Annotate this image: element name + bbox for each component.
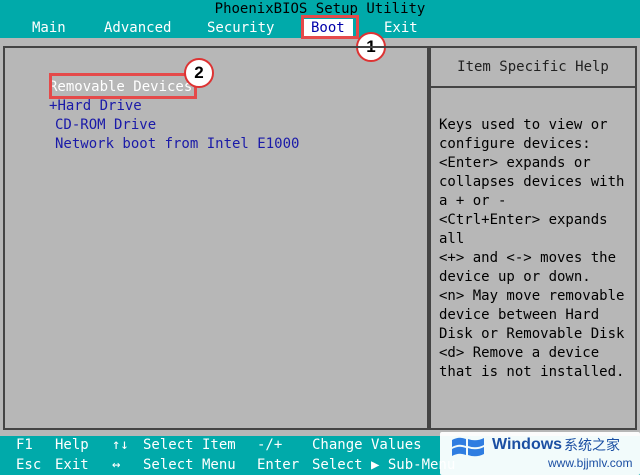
boot-item-label: Hard Drive	[57, 98, 142, 114]
boot-order-list: Removable Devices +Hard Drive CD-ROM Dri…	[5, 48, 427, 428]
watermark: Windows 系统之家 www.bjjmlv.com	[440, 432, 640, 475]
menu-exit[interactable]: Exit	[384, 19, 418, 38]
key-esc-desc: Exit	[55, 457, 89, 473]
menu-main[interactable]: Main	[32, 19, 66, 38]
key-enter: Enter	[257, 457, 300, 473]
watermark-cn: 系统之家	[564, 438, 620, 454]
menu-security[interactable]: Security	[207, 19, 274, 38]
watermark-url: www.bjjmlv.com	[548, 456, 633, 470]
boot-item-label: CD-ROM Drive	[55, 117, 157, 133]
boot-highlight-box	[301, 15, 359, 39]
boot-item-network-boot[interactable]: Network boot from Intel E1000	[55, 135, 299, 154]
key-enter-desc: Select ▶ Sub-Menu	[312, 457, 456, 473]
key-esc: Esc	[16, 457, 42, 473]
key-minus-plus-desc: Change Values	[312, 437, 422, 453]
windows-logo-icon	[452, 437, 484, 457]
menu-advanced[interactable]: Advanced	[104, 19, 171, 38]
key-minus-plus: -/+	[257, 437, 283, 453]
key-updown-desc: Select Item	[143, 437, 236, 453]
step-badge-2: 2	[184, 58, 214, 88]
boot-item-label: Network boot from Intel E1000	[55, 136, 300, 152]
key-f1-desc: Help	[55, 437, 89, 453]
help-text: Keys used to view or configure devices: …	[439, 117, 625, 380]
removable-devices-highlight-box	[49, 73, 197, 99]
key-leftright-desc: Select Menu	[143, 457, 236, 473]
boot-item-cdrom-drive[interactable]: CD-ROM Drive	[55, 116, 156, 135]
boot-item-hard-drive[interactable]: +Hard Drive	[49, 97, 142, 116]
help-header: Item Specific Help	[431, 48, 635, 88]
key-f1: F1	[16, 437, 33, 453]
key-leftright-icon: ↔	[112, 457, 121, 473]
help-pane: Item Specific Help Keys used to view or …	[431, 48, 635, 428]
main-panel: Removable Devices +Hard Drive CD-ROM Dri…	[3, 46, 637, 430]
watermark-brand: Windows	[492, 436, 563, 453]
key-updown-icon: ↑↓	[112, 437, 129, 453]
